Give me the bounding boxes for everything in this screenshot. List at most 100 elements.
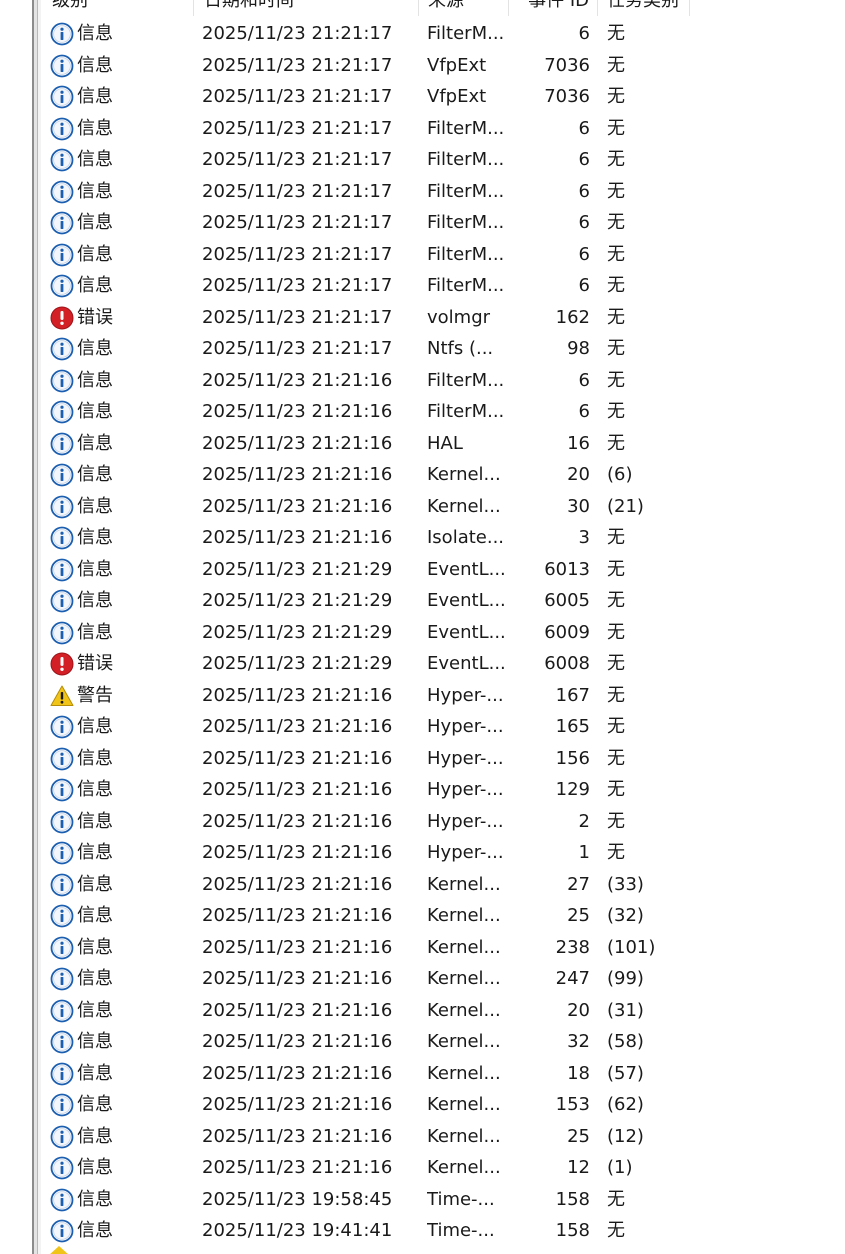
column-header-level[interactable]: 级别 bbox=[42, 0, 194, 16]
table-row[interactable]: 信息 2025/11/23 21:21:17 VfpExt 7036 无 bbox=[42, 50, 692, 82]
level-cell: 信息 bbox=[77, 1094, 113, 1115]
info-icon bbox=[50, 1089, 74, 1121]
event-id-cell: 12 bbox=[567, 1157, 590, 1178]
table-row[interactable]: 信息 2025/11/23 21:21:17 FilterM... 6 无 bbox=[42, 144, 692, 176]
source-cell: Hyper-... bbox=[427, 747, 504, 769]
table-row[interactable]: 信息 2025/11/23 21:21:17 Ntfs (... 98 无 bbox=[42, 333, 692, 365]
source-cell: Kernel... bbox=[427, 495, 501, 517]
table-row[interactable]: 信息 2025/11/23 19:41:41 Time-... 158 无 bbox=[42, 1215, 692, 1247]
source-cell: FilterM... bbox=[427, 369, 505, 391]
table-row[interactable]: 信息 2025/11/23 21:21:17 FilterM... 6 无 bbox=[42, 207, 692, 239]
table-row[interactable]: 信息 2025/11/23 21:21:16 Kernel... 20 (6) bbox=[42, 459, 692, 491]
table-row[interactable]: 信息 2025/11/23 21:21:16 Kernel... 12 (1) bbox=[42, 1152, 692, 1184]
event-id-cell: 6009 bbox=[544, 621, 590, 643]
event-table: 级别 日期和时间 来源 事件 ID 任务类别 信息 2025/11/23 21:2… bbox=[42, 0, 692, 1247]
info-icon bbox=[50, 176, 74, 208]
task-category-cell: 无 bbox=[607, 306, 625, 328]
table-row[interactable]: 信息 2025/11/23 21:21:16 Kernel... 18 (57) bbox=[42, 1058, 692, 1090]
table-row[interactable]: 信息 2025/11/23 21:21:16 Kernel... 153 (62) bbox=[42, 1089, 692, 1121]
table-row[interactable]: 信息 2025/11/23 21:21:16 FilterM... 6 无 bbox=[42, 396, 692, 428]
level-cell: 信息 bbox=[77, 23, 113, 44]
table-row[interactable]: 信息 2025/11/23 21:21:17 FilterM... 6 无 bbox=[42, 18, 692, 50]
table-row[interactable]: 信息 2025/11/23 21:21:16 Kernel... 32 (58) bbox=[42, 1026, 692, 1058]
datetime-cell: 2025/11/23 21:21:17 bbox=[202, 306, 393, 328]
table-row[interactable]: 信息 2025/11/23 21:21:29 EventL... 6009 无 bbox=[42, 617, 692, 649]
datetime-cell: 2025/11/23 21:21:29 bbox=[202, 558, 393, 580]
table-row[interactable]: 信息 2025/11/23 21:21:16 Kernel... 247 (99) bbox=[42, 963, 692, 995]
table-row[interactable]: 信息 2025/11/23 21:21:16 Kernel... 27 (33) bbox=[42, 869, 692, 901]
level-cell: 信息 bbox=[77, 464, 113, 485]
datetime-cell: 2025/11/23 21:21:17 bbox=[202, 117, 393, 139]
event-id-cell: 27 bbox=[567, 873, 590, 895]
task-category-cell: 无 bbox=[607, 86, 625, 107]
table-row[interactable]: 信息 2025/11/23 21:21:16 Hyper-... 165 无 bbox=[42, 711, 692, 743]
level-cell: 信息 bbox=[77, 779, 113, 800]
info-icon bbox=[50, 81, 74, 113]
table-row[interactable]: 信息 2025/11/23 21:21:17 FilterM... 6 无 bbox=[42, 239, 692, 271]
task-category-cell: (6) bbox=[607, 464, 633, 485]
source-cell: Hyper-... bbox=[427, 684, 504, 706]
table-row[interactable]: 信息 2025/11/23 21:21:16 Kernel... 20 (31) bbox=[42, 995, 692, 1027]
column-header-datetime[interactable]: 日期和时间 bbox=[194, 0, 419, 16]
table-row[interactable]: 信息 2025/11/23 21:21:16 Kernel... 30 (21) bbox=[42, 491, 692, 523]
level-cell: 信息 bbox=[77, 905, 113, 926]
source-cell: FilterM... bbox=[427, 212, 505, 233]
table-row[interactable]: 信息 2025/11/23 21:21:16 Kernel... 25 (12) bbox=[42, 1121, 692, 1153]
task-category-cell: 无 bbox=[607, 779, 625, 800]
table-row[interactable]: 信息 2025/11/23 21:21:16 Kernel... 25 (32) bbox=[42, 900, 692, 932]
event-id-cell: 6 bbox=[578, 149, 590, 170]
table-row[interactable]: 信息 2025/11/23 21:21:17 FilterM... 6 无 bbox=[42, 176, 692, 208]
table-row[interactable]: 信息 2025/11/23 21:21:29 EventL... 6013 无 bbox=[42, 554, 692, 586]
level-cell: 信息 bbox=[77, 558, 113, 580]
info-icon bbox=[50, 113, 74, 145]
datetime-cell: 2025/11/23 21:21:17 bbox=[202, 243, 393, 265]
table-row[interactable]: 信息 2025/11/23 21:21:17 FilterM... 6 无 bbox=[42, 113, 692, 145]
table-row[interactable]: 信息 2025/11/23 21:21:16 FilterM... 6 无 bbox=[42, 365, 692, 397]
task-category-cell: 无 bbox=[607, 1188, 625, 1210]
table-row[interactable]: 信息 2025/11/23 19:58:45 Time-... 158 无 bbox=[42, 1184, 692, 1216]
datetime-cell: 2025/11/23 21:21:16 bbox=[202, 527, 393, 548]
table-row[interactable]: 信息 2025/11/23 21:21:16 Isolate... 3 无 bbox=[42, 522, 692, 554]
table-row[interactable]: 警告 2025/11/23 21:21:16 Hyper-... 167 无 bbox=[42, 680, 692, 712]
info-icon bbox=[50, 806, 74, 838]
event-id-cell: 247 bbox=[555, 968, 590, 989]
level-cell: 信息 bbox=[77, 747, 113, 769]
table-row[interactable]: 信息 2025/11/23 21:21:16 Hyper-... 156 无 bbox=[42, 743, 692, 775]
level-cell: 信息 bbox=[77, 621, 113, 643]
info-icon bbox=[50, 1152, 74, 1184]
table-row[interactable]: 信息 2025/11/23 21:21:17 FilterM... 6 无 bbox=[42, 270, 692, 302]
event-id-cell: 153 bbox=[555, 1094, 590, 1115]
source-cell: Kernel... bbox=[427, 464, 501, 485]
column-header-event-id[interactable]: 事件 ID bbox=[509, 0, 598, 16]
task-category-cell: 无 bbox=[607, 275, 625, 296]
pane-splitter[interactable] bbox=[32, 0, 41, 1254]
table-row[interactable]: 错误 2025/11/23 21:21:29 EventL... 6008 无 bbox=[42, 648, 692, 680]
table-row[interactable]: 信息 2025/11/23 21:21:16 Hyper-... 129 无 bbox=[42, 774, 692, 806]
info-icon bbox=[50, 1026, 74, 1058]
source-cell: FilterM... bbox=[427, 23, 505, 44]
event-id-cell: 156 bbox=[555, 747, 590, 769]
column-header-source[interactable]: 来源 bbox=[419, 0, 509, 16]
info-icon bbox=[50, 1184, 74, 1216]
source-cell: Kernel... bbox=[427, 905, 501, 926]
table-row[interactable]: 信息 2025/11/23 21:21:16 Kernel... 238 (101) bbox=[42, 932, 692, 964]
column-header-task-category[interactable]: 任务类别 bbox=[598, 0, 690, 16]
source-cell: EventL... bbox=[427, 590, 506, 611]
table-row[interactable]: 信息 2025/11/23 21:21:16 HAL 16 无 bbox=[42, 428, 692, 460]
task-category-cell: 无 bbox=[607, 716, 625, 737]
table-row[interactable]: 错误 2025/11/23 21:21:17 volmgr 162 无 bbox=[42, 302, 692, 334]
datetime-cell: 2025/11/23 21:21:16 bbox=[202, 369, 393, 391]
table-row[interactable]: 信息 2025/11/23 21:21:16 Hyper-... 2 无 bbox=[42, 806, 692, 838]
source-cell: Hyper-... bbox=[427, 842, 504, 863]
source-cell: Isolate... bbox=[427, 527, 505, 548]
table-row[interactable]: 信息 2025/11/23 21:21:16 Hyper-... 1 无 bbox=[42, 837, 692, 869]
datetime-cell: 2025/11/23 21:21:16 bbox=[202, 810, 393, 832]
task-category-cell: (1) bbox=[607, 1157, 633, 1178]
error-icon bbox=[50, 648, 74, 680]
table-row[interactable]: 信息 2025/11/23 21:21:17 VfpExt 7036 无 bbox=[42, 81, 692, 113]
event-id-cell: 167 bbox=[555, 684, 590, 706]
info-icon bbox=[50, 144, 74, 176]
table-row[interactable]: 信息 2025/11/23 21:21:29 EventL... 6005 无 bbox=[42, 585, 692, 617]
info-icon bbox=[50, 995, 74, 1027]
task-category-cell: (12) bbox=[607, 1125, 644, 1147]
